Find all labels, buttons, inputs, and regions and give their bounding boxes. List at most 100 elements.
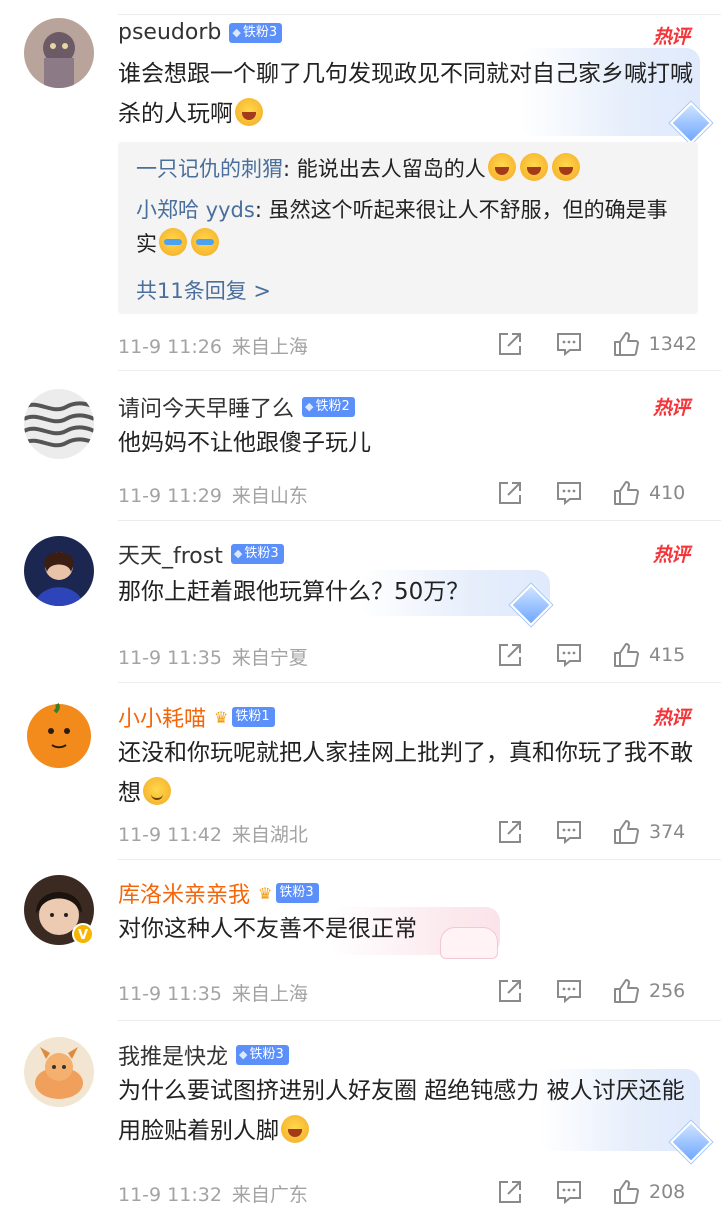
share-icon	[499, 1181, 521, 1203]
diamond-badge-icon: ◆	[239, 1048, 248, 1061]
like-button[interactable]: 374	[613, 819, 697, 845]
timestamp: 11-9 11:35	[118, 983, 222, 1005]
fan-badge-label: 铁粉3	[242, 24, 278, 40]
comment-text: 为什么要试图挤进别人好友圈 超绝钝感力 被人讨厌还能用脸贴着别人脚	[118, 1071, 698, 1151]
comment-text-content: 还没和你玩呢就把人家挂网上批判了，真和你玩了我不敢想	[118, 740, 693, 806]
like-button[interactable]: 410	[613, 480, 697, 506]
like-button[interactable]: 208	[613, 1179, 697, 1205]
share-button[interactable]	[497, 978, 523, 1004]
crown-icon: ♛	[214, 707, 229, 727]
username[interactable]: 库洛米亲亲我 ♛ 铁粉3	[118, 877, 319, 909]
username-text[interactable]: 小小耗喵	[118, 701, 206, 733]
like-icon	[614, 481, 639, 505]
reply-username[interactable]: 一只记仇的刺猬	[136, 157, 283, 181]
username[interactable]: 天天_frost ◆ 铁粉3	[118, 538, 284, 570]
share-icon	[499, 482, 521, 504]
share-button[interactable]	[497, 642, 523, 668]
more-replies-link[interactable]: 共11条回复 >	[136, 275, 271, 305]
username-text[interactable]: pseudorb	[118, 20, 221, 45]
laugh-cry-emoji-icon	[235, 98, 263, 126]
comment-text-content: 谁会想跟一个聊了几句发现政见不同就对自己家乡喊打喊杀的人玩啊	[118, 61, 693, 127]
laugh-cry-emoji-icon	[487, 153, 516, 181]
timestamp: 11-9 11:26	[118, 336, 222, 358]
avatar[interactable]	[24, 536, 94, 606]
share-button[interactable]	[497, 1179, 523, 1205]
reply-item[interactable]: 小郑哈 yyds: 虽然这个听起来很让人不舒服，但的确是事实	[136, 193, 681, 261]
hot-comment-tag: 热评	[652, 544, 690, 566]
verified-icon: V	[72, 923, 94, 945]
smile-emoji-icon	[143, 777, 171, 805]
username-text[interactable]: 我推是快龙	[118, 1039, 228, 1071]
fan-badge[interactable]: ◆ 铁粉2	[302, 397, 355, 417]
fan-badge[interactable]: 铁粉3	[276, 883, 319, 903]
share-icon	[499, 980, 521, 1002]
comment-button[interactable]	[556, 978, 582, 1004]
username-text[interactable]: 天天_frost	[118, 538, 223, 570]
comment-text-content: 为什么要试图挤进别人好友圈 超绝钝感力 被人讨厌还能用脸贴着别人脚	[118, 1078, 685, 1144]
like-icon	[614, 820, 639, 844]
comment-actions: 415	[497, 640, 697, 670]
comment-text-content: 那你上赶着跟他玩算什么？50万？	[118, 579, 470, 605]
like-button[interactable]: 415	[613, 642, 697, 668]
comment-icon	[557, 482, 581, 506]
fan-badge[interactable]: ◆ 铁粉3	[230, 544, 284, 564]
comment-meta: 11-9 11:29 来自山东	[118, 481, 308, 508]
username-text[interactable]: 请问今天早睡了么	[118, 391, 294, 423]
username[interactable]: pseudorb ◆ 铁粉3	[118, 20, 283, 45]
comment-button[interactable]	[556, 1179, 582, 1205]
comment-meta: 11-9 11:35 来自宁夏	[118, 643, 308, 670]
comment-button[interactable]	[556, 480, 582, 506]
timestamp: 11-9 11:35	[118, 647, 222, 669]
comment-icon	[556, 333, 581, 357]
comment-button[interactable]	[556, 331, 582, 357]
username[interactable]: 我推是快龙 ◆ 铁粉3	[118, 1039, 289, 1071]
comment-button[interactable]	[556, 819, 582, 845]
comment-button[interactable]	[556, 642, 582, 668]
like-button[interactable]: 1342	[613, 331, 697, 357]
comment-divider	[118, 370, 721, 371]
crown-icon: ♛	[258, 883, 273, 903]
comment-text: 还没和你玩呢就把人家挂网上批判了，真和你玩了我不敢想	[118, 733, 698, 813]
like-count: 1342	[648, 333, 697, 355]
username[interactable]: 小小耗喵 ♛ 铁粉1	[118, 701, 275, 733]
location: 来自上海	[231, 336, 308, 358]
fan-badge[interactable]: ◆ 铁粉3	[229, 22, 283, 43]
share-button[interactable]	[497, 331, 523, 357]
reply-username[interactable]: 小郑哈 yyds	[136, 198, 255, 222]
reply-item[interactable]: 一只记仇的刺猬: 能说出去人留岛的人	[136, 152, 681, 186]
username[interactable]: 请问今天早睡了么 ◆ 铁粉2	[118, 391, 355, 423]
comment-meta: 11-9 11:35 来自上海	[118, 979, 308, 1006]
comment-icon	[557, 821, 581, 845]
comment-meta: 11-9 11:26 来自上海	[118, 332, 308, 359]
hot-comment-tag: 热评	[652, 397, 690, 419]
timestamp: 11-9 11:32	[118, 1184, 222, 1206]
comment-text: 对你这种人不友善不是很正常	[118, 909, 698, 949]
fan-badge[interactable]: ◆ 铁粉3	[236, 1045, 289, 1065]
fan-badge-label: 铁粉3	[244, 546, 279, 561]
like-count: 410	[649, 482, 686, 504]
like-icon	[614, 643, 639, 667]
username-text[interactable]: 库洛米亲亲我	[118, 877, 250, 909]
comment-icon	[557, 980, 581, 1004]
reply-box[interactable]: 一只记仇的刺猬: 能说出去人留岛的人 小郑哈 yyds: 虽然这个听起来很让人不…	[118, 142, 698, 314]
crying-emoji-icon	[191, 228, 219, 256]
like-icon	[613, 332, 639, 356]
like-count: 374	[649, 821, 686, 843]
avatar[interactable]	[24, 699, 94, 769]
share-button[interactable]	[497, 480, 523, 506]
fan-badge-label: 铁粉1	[235, 709, 270, 724]
comment-actions: 374	[497, 817, 697, 847]
avatar[interactable]	[24, 389, 94, 459]
location: 来自广东	[231, 1184, 308, 1206]
location: 来自宁夏	[231, 647, 308, 669]
share-button[interactable]	[497, 819, 523, 845]
laugh-cry-emoji-icon	[519, 153, 548, 181]
avatar[interactable]	[24, 18, 94, 88]
location: 来自湖北	[231, 824, 308, 846]
comment-actions: 410	[497, 478, 697, 508]
comment-divider	[118, 520, 721, 521]
fan-badge[interactable]: 铁粉1	[232, 707, 275, 727]
like-button[interactable]: 256	[613, 978, 697, 1004]
avatar[interactable]	[24, 1037, 94, 1107]
hot-comment-tag: 热评	[652, 707, 690, 729]
